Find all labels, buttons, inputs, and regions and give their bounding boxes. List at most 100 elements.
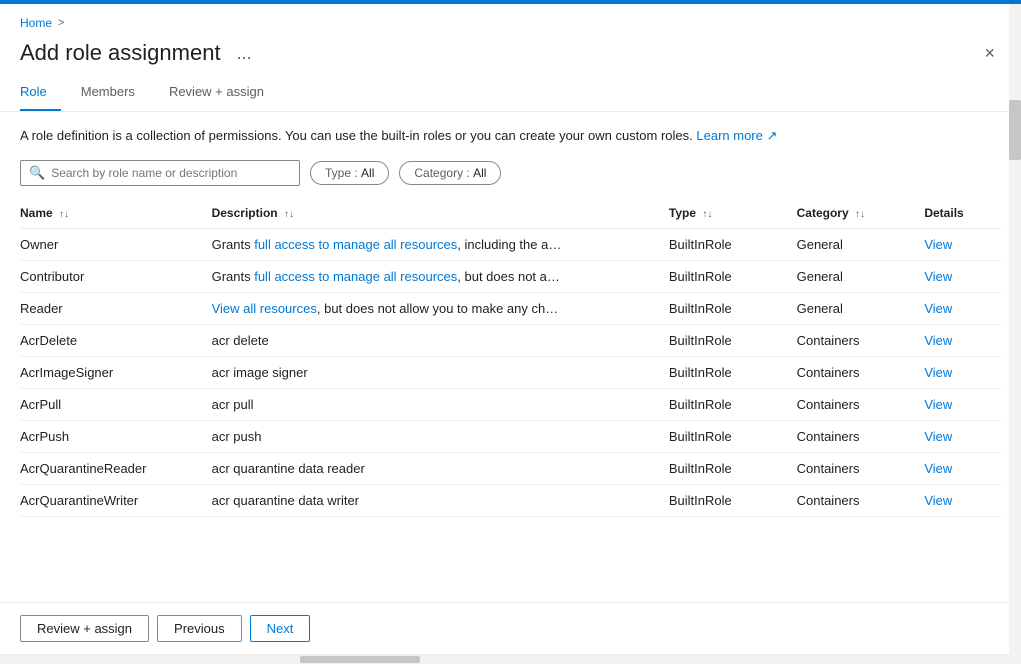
table-row[interactable]: AcrDeleteacr deleteBuiltInRoleContainers… — [20, 324, 1001, 356]
table-row[interactable]: AcrQuarantineReaderacr quarantine data r… — [20, 452, 1001, 484]
cell-type: BuiltInRole — [669, 388, 797, 420]
cell-type: BuiltInRole — [669, 452, 797, 484]
breadcrumb: Home > — [0, 4, 1021, 36]
cell-description: acr delete — [212, 324, 669, 356]
header-row: Add role assignment ... × — [0, 36, 1021, 76]
previous-button[interactable]: Previous — [157, 615, 242, 642]
learn-more-link[interactable]: Learn more ↗ — [696, 128, 777, 143]
search-input[interactable] — [51, 166, 291, 180]
col-header-type[interactable]: Type ↑↓ — [669, 200, 797, 229]
name-sort-icon: ↑↓ — [59, 209, 69, 220]
roles-table: Name ↑↓ Description ↑↓ Type ↑↓ Category … — [20, 200, 1001, 517]
type-sort-icon: ↑↓ — [702, 209, 712, 220]
cell-category: General — [797, 228, 925, 260]
table-row[interactable]: AcrImageSigneracr image signerBuiltInRol… — [20, 356, 1001, 388]
view-link[interactable]: View — [924, 493, 952, 508]
cell-category: Containers — [797, 356, 925, 388]
cell-description: acr push — [212, 420, 669, 452]
breadcrumb-home-link[interactable]: Home — [20, 16, 52, 30]
table-row[interactable]: ReaderView all resources, but does not a… — [20, 292, 1001, 324]
col-header-description[interactable]: Description ↑↓ — [212, 200, 669, 229]
cell-details[interactable]: View — [924, 228, 1001, 260]
view-link[interactable]: View — [924, 301, 952, 316]
cell-details[interactable]: View — [924, 260, 1001, 292]
horizontal-scrollbar[interactable] — [0, 654, 1021, 664]
cell-name: AcrPush — [20, 420, 212, 452]
table-row[interactable]: OwnerGrants full access to manage all re… — [20, 228, 1001, 260]
cell-type: BuiltInRole — [669, 324, 797, 356]
breadcrumb-separator: > — [58, 17, 64, 29]
page-title: Add role assignment — [20, 40, 221, 66]
cell-details[interactable]: View — [924, 356, 1001, 388]
cell-details[interactable]: View — [924, 484, 1001, 516]
table-row[interactable]: AcrPushacr pushBuiltInRoleContainersView — [20, 420, 1001, 452]
view-link[interactable]: View — [924, 397, 952, 412]
cell-name: AcrPull — [20, 388, 212, 420]
close-button[interactable]: × — [978, 41, 1001, 66]
tabs-row: Role Members Review + assign — [0, 76, 1021, 112]
cell-name: AcrImageSigner — [20, 356, 212, 388]
category-sort-icon: ↑↓ — [855, 209, 865, 220]
cell-description: acr pull — [212, 388, 669, 420]
vertical-scrollbar-thumb[interactable] — [1009, 100, 1021, 160]
cell-details[interactable]: View — [924, 388, 1001, 420]
cell-name: AcrQuarantineReader — [20, 452, 212, 484]
cell-description: Grants full access to manage all resourc… — [212, 260, 669, 292]
filters-row: 🔍 Type : All Category : All — [20, 160, 1001, 186]
cell-category: Containers — [797, 420, 925, 452]
tab-members[interactable]: Members — [81, 76, 149, 111]
cell-type: BuiltInRole — [669, 356, 797, 388]
type-filter-pill[interactable]: Type : All — [310, 161, 389, 185]
search-icon: 🔍 — [29, 165, 45, 181]
view-link[interactable]: View — [924, 237, 952, 252]
main-container: Home > Add role assignment ... × Role Me… — [0, 4, 1021, 664]
cell-description: acr quarantine data writer — [212, 484, 669, 516]
view-link[interactable]: View — [924, 333, 952, 348]
description-text: A role definition is a collection of per… — [20, 126, 1001, 146]
table-row[interactable]: ContributorGrants full access to manage … — [20, 260, 1001, 292]
cell-details[interactable]: View — [924, 452, 1001, 484]
cell-type: BuiltInRole — [669, 484, 797, 516]
vertical-scrollbar-track — [1009, 4, 1021, 664]
ellipsis-button[interactable]: ... — [231, 41, 258, 66]
category-filter-pill[interactable]: Category : All — [399, 161, 501, 185]
cell-details[interactable]: View — [924, 324, 1001, 356]
cell-name: AcrDelete — [20, 324, 212, 356]
search-box: 🔍 — [20, 160, 300, 186]
next-button[interactable]: Next — [250, 615, 311, 642]
horizontal-scrollbar-thumb — [300, 656, 420, 663]
cell-name: AcrQuarantineWriter — [20, 484, 212, 516]
cell-type: BuiltInRole — [669, 228, 797, 260]
table-row[interactable]: AcrQuarantineWriteracr quarantine data w… — [20, 484, 1001, 516]
col-header-category[interactable]: Category ↑↓ — [797, 200, 925, 229]
view-link[interactable]: View — [924, 461, 952, 476]
cell-type: BuiltInRole — [669, 260, 797, 292]
cell-details[interactable]: View — [924, 420, 1001, 452]
col-header-details: Details — [924, 200, 1001, 229]
cell-description: acr quarantine data reader — [212, 452, 669, 484]
cell-category: General — [797, 260, 925, 292]
view-link[interactable]: View — [924, 269, 952, 284]
cell-description: View all resources, but does not allow y… — [212, 292, 669, 324]
content-area: A role definition is a collection of per… — [0, 112, 1021, 602]
table-header-row: Name ↑↓ Description ↑↓ Type ↑↓ Category … — [20, 200, 1001, 229]
cell-category: Containers — [797, 484, 925, 516]
tab-role[interactable]: Role — [20, 76, 61, 111]
table-row[interactable]: AcrPullacr pullBuiltInRoleContainersView — [20, 388, 1001, 420]
cell-name: Reader — [20, 292, 212, 324]
cell-type: BuiltInRole — [669, 420, 797, 452]
cell-category: Containers — [797, 452, 925, 484]
cell-category: Containers — [797, 324, 925, 356]
cell-type: BuiltInRole — [669, 292, 797, 324]
tab-review-assign[interactable]: Review + assign — [169, 76, 278, 111]
cell-description: acr image signer — [212, 356, 669, 388]
review-assign-button[interactable]: Review + assign — [20, 615, 149, 642]
description-sort-icon: ↑↓ — [284, 209, 294, 220]
cell-name: Owner — [20, 228, 212, 260]
col-header-name[interactable]: Name ↑↓ — [20, 200, 212, 229]
view-link[interactable]: View — [924, 429, 952, 444]
cell-name: Contributor — [20, 260, 212, 292]
cell-details[interactable]: View — [924, 292, 1001, 324]
view-link[interactable]: View — [924, 365, 952, 380]
cell-description: Grants full access to manage all resourc… — [212, 228, 669, 260]
